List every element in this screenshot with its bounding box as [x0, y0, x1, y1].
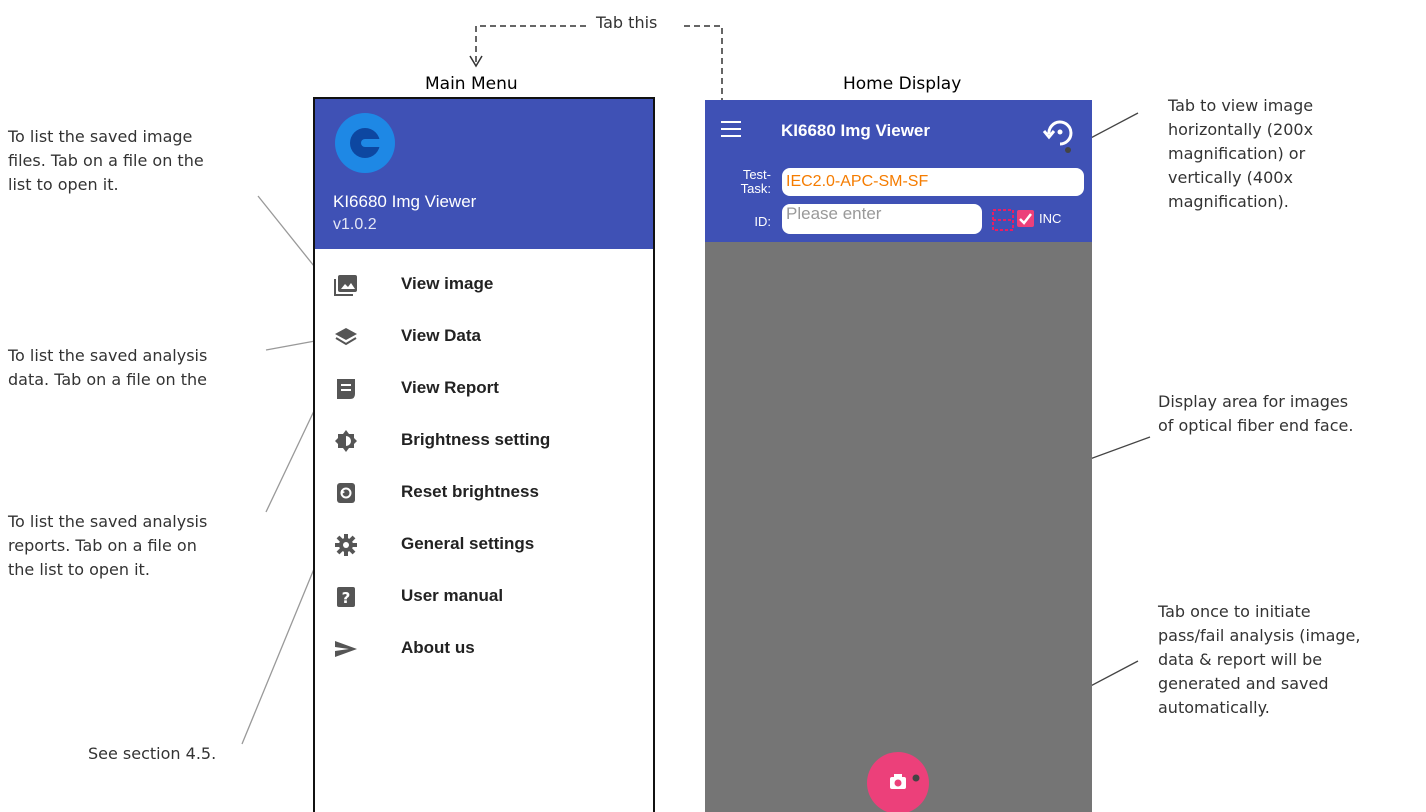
right-leader-markers [912, 147, 1071, 782]
